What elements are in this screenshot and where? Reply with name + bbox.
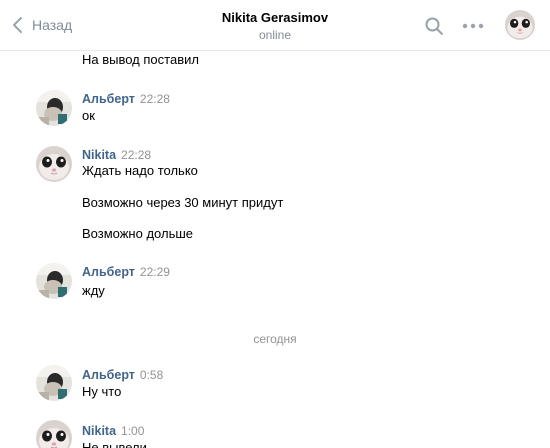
avatar[interactable] bbox=[36, 263, 72, 299]
albert-avatar-image bbox=[36, 365, 72, 401]
avatar[interactable] bbox=[36, 146, 72, 182]
online-status: online bbox=[258, 28, 292, 42]
search-icon bbox=[425, 17, 443, 35]
cat-avatar-image bbox=[505, 10, 535, 40]
message-text: Не вывели bbox=[82, 440, 147, 448]
chat-header: Назад Nikita Gerasimov online bbox=[0, 0, 550, 51]
message-text: Возможно через 30 минут придут bbox=[82, 195, 284, 210]
message-time[interactable]: 22:29 bbox=[140, 265, 170, 279]
cat-avatar-image bbox=[36, 420, 72, 448]
avatar[interactable] bbox=[36, 90, 72, 126]
chat-page: Назад Nikita Gerasimov online На вывод п… bbox=[0, 0, 550, 448]
back-label: Назад bbox=[32, 17, 73, 33]
author-name-text[interactable]: Альберт bbox=[82, 92, 135, 106]
author-name[interactable]: Альберт 22:29 bbox=[82, 264, 170, 280]
more-dots-icon bbox=[462, 23, 484, 29]
author-name[interactable]: Nikita 22:28 bbox=[82, 147, 151, 163]
author-name-text[interactable]: Nikita bbox=[82, 424, 116, 438]
author-name-text[interactable]: Альберт bbox=[82, 368, 135, 382]
message-time[interactable]: 1:00 bbox=[121, 424, 144, 438]
message-time[interactable]: 22:28 bbox=[121, 148, 151, 162]
date-divider: сегодня bbox=[253, 332, 297, 346]
albert-avatar-image bbox=[36, 263, 72, 299]
message-text: На вывод поставил bbox=[82, 52, 199, 67]
author-name[interactable]: Альберт 0:58 bbox=[82, 367, 163, 383]
message-text: Возможно дольше bbox=[82, 226, 194, 241]
back-button[interactable]: Назад bbox=[10, 13, 72, 37]
author-name[interactable]: Nikita 1:00 bbox=[82, 423, 144, 439]
chat-title-block[interactable]: Nikita Gerasimov online bbox=[175, 10, 375, 43]
message-time[interactable]: 0:58 bbox=[140, 368, 163, 382]
chevron-left-icon bbox=[13, 17, 22, 33]
avatar[interactable] bbox=[36, 365, 72, 401]
message-text: жду bbox=[82, 283, 105, 298]
message-text: ок bbox=[82, 108, 95, 123]
author-name-text[interactable]: Альберт bbox=[82, 265, 135, 279]
author-name-text[interactable]: Nikita bbox=[82, 148, 116, 162]
albert-avatar-image bbox=[36, 90, 72, 126]
message-text: Ну что bbox=[82, 384, 122, 399]
header-avatar[interactable] bbox=[505, 10, 535, 40]
chat-title[interactable]: Nikita Gerasimov bbox=[175, 10, 375, 26]
message-text: Ждать надо только bbox=[82, 163, 198, 178]
search-button[interactable] bbox=[424, 16, 444, 36]
message-time[interactable]: 22:28 bbox=[140, 92, 170, 106]
avatar[interactable] bbox=[36, 420, 72, 448]
more-actions-button[interactable] bbox=[461, 16, 485, 36]
author-name[interactable]: Альберт 22:28 bbox=[82, 91, 170, 107]
message-history: На вывод поставил Альберт 22:28 ок Nikit… bbox=[0, 50, 550, 448]
cat-avatar-image bbox=[36, 146, 72, 182]
